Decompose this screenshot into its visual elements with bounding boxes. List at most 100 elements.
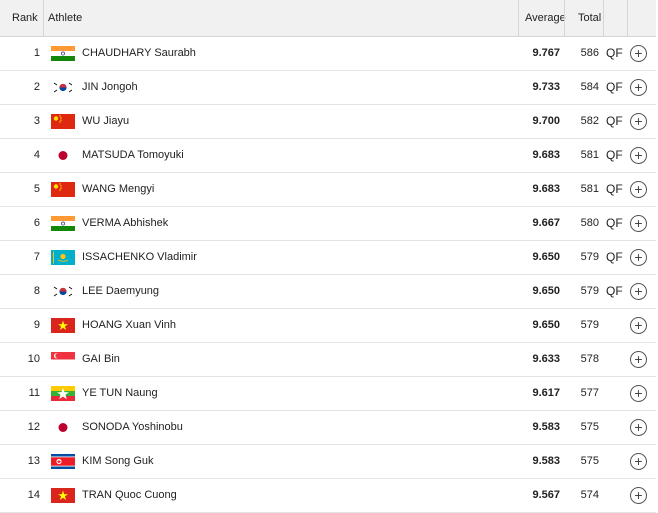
flag-icon-sgp <box>51 352 75 367</box>
qualification-badge: QF <box>606 148 623 162</box>
flag-icon-kor <box>51 284 75 299</box>
table-row[interactable]: 11 YE TUN Naung 9.617 577 + <box>0 377 656 411</box>
rank-header[interactable]: Rank <box>12 0 38 36</box>
flag-icon-chn <box>51 114 75 129</box>
average-cell: 9.733 <box>532 81 560 93</box>
table-row[interactable]: 2 JIN Jongoh 9.733 584 QF + <box>0 71 656 105</box>
divider <box>564 0 565 36</box>
athlete-name[interactable]: SONODA Yoshinobu <box>82 411 183 444</box>
average-cell: 9.583 <box>532 421 560 433</box>
rank-cell: 5 <box>33 183 40 195</box>
divider <box>43 0 44 36</box>
athlete-name[interactable]: HOANG Xuan Vinh <box>82 309 176 342</box>
qualification-badge: QF <box>606 250 623 264</box>
average-cell: 9.583 <box>532 455 560 467</box>
table-row[interactable]: 14 TRAN Quoc Cuong 9.567 574 + <box>0 479 656 513</box>
total-cell: 575 <box>580 455 599 467</box>
flag-icon-prk <box>51 454 75 469</box>
rank-cell: 7 <box>33 251 40 263</box>
total-cell: 579 <box>580 319 599 331</box>
total-cell: 581 <box>580 183 599 195</box>
table-row[interactable]: 8 LEE Daemyung 9.650 579 QF + <box>0 275 656 309</box>
table-row[interactable]: 7 ISSACHENKO Vladimir 9.650 579 QF + <box>0 241 656 275</box>
average-cell: 9.683 <box>532 183 560 195</box>
athlete-name[interactable]: TRAN Quoc Cuong <box>82 479 177 512</box>
athlete-header[interactable]: Athlete <box>48 0 82 36</box>
total-cell: 577 <box>580 387 599 399</box>
athlete-name[interactable]: YE TUN Naung <box>82 377 158 410</box>
athlete-name[interactable]: ISSACHENKO Vladimir <box>82 241 197 274</box>
expand-plus-icon[interactable]: + <box>630 181 647 198</box>
athlete-name[interactable]: JIN Jongoh <box>82 71 138 104</box>
rank-cell: 3 <box>33 115 40 127</box>
flag-icon-ind <box>51 216 75 231</box>
expand-plus-icon[interactable]: + <box>630 317 647 334</box>
expand-plus-icon[interactable]: + <box>630 147 647 164</box>
flag-icon-mya <box>51 386 75 401</box>
expand-plus-icon[interactable]: + <box>630 385 647 402</box>
table-row[interactable]: 12 SONODA Yoshinobu 9.583 575 + <box>0 411 656 445</box>
expand-plus-icon[interactable]: + <box>630 419 647 436</box>
rank-cell: 12 <box>27 421 40 433</box>
athlete-name[interactable]: WU Jiayu <box>82 105 129 138</box>
rank-cell: 11 <box>28 387 40 399</box>
table-row[interactable]: 13 KIM Song Guk 9.583 575 + <box>0 445 656 479</box>
table-row[interactable]: 10 GAI Bin 9.633 578 + <box>0 343 656 377</box>
qualification-badge: QF <box>606 182 623 196</box>
total-cell: 579 <box>580 251 599 263</box>
athlete-name[interactable]: KIM Song Guk <box>82 445 154 478</box>
flag-icon-jpn <box>51 148 75 163</box>
table-row[interactable]: 3 WU Jiayu 9.700 582 QF + <box>0 105 656 139</box>
qualification-badge: QF <box>606 46 623 60</box>
expand-plus-icon[interactable]: + <box>630 351 647 368</box>
table-row[interactable]: 5 WANG Mengyi 9.683 581 QF + <box>0 173 656 207</box>
divider <box>627 0 628 36</box>
rank-cell: 10 <box>27 353 40 365</box>
flag-icon-kor <box>51 80 75 95</box>
table-row[interactable]: 6 VERMA Abhishek 9.667 580 QF + <box>0 207 656 241</box>
qualification-badge: QF <box>606 216 623 230</box>
expand-plus-icon[interactable]: + <box>630 113 647 130</box>
expand-plus-icon[interactable]: + <box>630 45 647 62</box>
average-cell: 9.567 <box>532 489 560 501</box>
flag-icon-vie <box>51 488 75 503</box>
average-header[interactable]: Average <box>525 0 566 36</box>
rank-cell: 6 <box>33 217 40 229</box>
flag-icon-ind <box>51 46 75 61</box>
expand-plus-icon[interactable]: + <box>630 453 647 470</box>
total-cell: 575 <box>580 421 599 433</box>
athlete-name[interactable]: CHAUDHARY Saurabh <box>82 37 196 70</box>
table-header: Rank Athlete Average Total <box>0 0 656 37</box>
expand-plus-icon[interactable]: + <box>630 283 647 300</box>
expand-plus-icon[interactable]: + <box>630 487 647 504</box>
average-cell: 9.650 <box>532 285 560 297</box>
athlete-name[interactable]: GAI Bin <box>82 343 120 376</box>
table-row[interactable]: 1 CHAUDHARY Saurabh 9.767 586 QF + <box>0 37 656 71</box>
rank-cell: 4 <box>33 149 40 161</box>
rank-cell: 2 <box>33 81 40 93</box>
qualification-badge: QF <box>606 114 623 128</box>
results-table: Rank Athlete Average Total 1 CHAUDHARY S… <box>0 0 656 513</box>
total-header[interactable]: Total <box>578 0 601 36</box>
flag-icon-kaz <box>51 250 75 265</box>
expand-plus-icon[interactable]: + <box>630 249 647 266</box>
average-cell: 9.700 <box>532 115 560 127</box>
average-cell: 9.650 <box>532 251 560 263</box>
divider <box>603 0 604 36</box>
athlete-name[interactable]: LEE Daemyung <box>82 275 159 308</box>
total-cell: 582 <box>580 115 599 127</box>
qualification-badge: QF <box>606 80 623 94</box>
table-row[interactable]: 9 HOANG Xuan Vinh 9.650 579 + <box>0 309 656 343</box>
athlete-name[interactable]: WANG Mengyi <box>82 173 154 206</box>
expand-plus-icon[interactable]: + <box>630 79 647 96</box>
rank-cell: 9 <box>33 319 40 331</box>
expand-plus-icon[interactable]: + <box>630 215 647 232</box>
rank-cell: 13 <box>27 455 40 467</box>
rank-cell: 14 <box>27 489 40 501</box>
average-cell: 9.650 <box>532 319 560 331</box>
average-cell: 9.667 <box>532 217 560 229</box>
athlete-name[interactable]: MATSUDA Tomoyuki <box>82 139 184 172</box>
total-cell: 574 <box>580 489 599 501</box>
table-row[interactable]: 4 MATSUDA Tomoyuki 9.683 581 QF + <box>0 139 656 173</box>
athlete-name[interactable]: VERMA Abhishek <box>82 207 168 240</box>
